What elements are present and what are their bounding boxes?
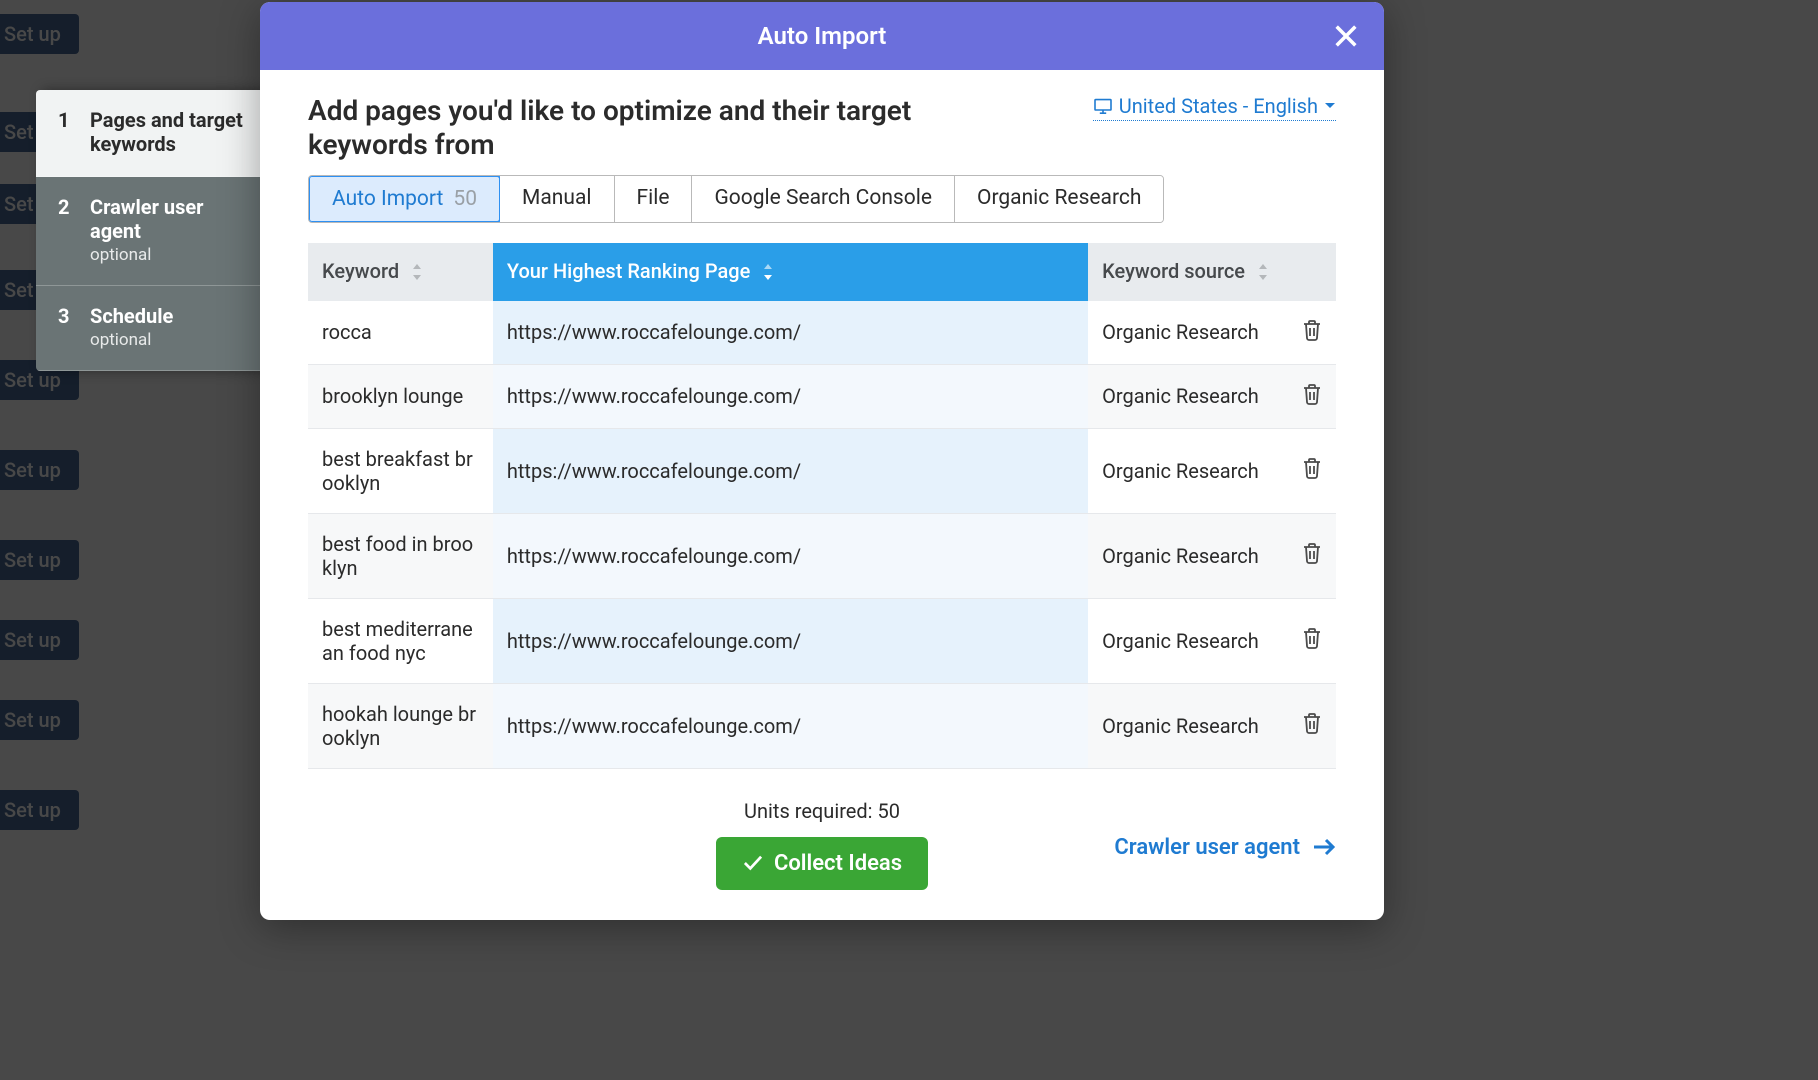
col-page[interactable]: Your Highest Ranking Page: [493, 243, 1088, 301]
tab-label: Auto Import: [332, 187, 443, 211]
table-row: best food in brooklynhttps://www.roccafe…: [308, 513, 1336, 598]
modal-title: Auto Import: [758, 22, 887, 50]
cell-source: Organic Research: [1088, 683, 1288, 768]
close-icon[interactable]: [1332, 22, 1360, 50]
col-source[interactable]: Keyword source: [1088, 243, 1288, 301]
cell-keyword: best food in brooklyn: [308, 513, 493, 598]
cell-page: https://www.roccafelounge.com/: [493, 598, 1088, 683]
step-title: Crawler user agent: [90, 195, 248, 243]
trash-icon[interactable]: [1302, 386, 1322, 410]
source-tabs: Auto Import 50 Manual File Google Search Con…: [308, 175, 1164, 223]
step-number: 1: [58, 108, 72, 132]
tab-label: Manual: [522, 186, 591, 210]
trash-icon[interactable]: [1302, 545, 1322, 569]
keywords-table: Keyword Your Highest Ranking Page Keywor…: [308, 243, 1336, 769]
tab-manual[interactable]: Manual: [500, 176, 614, 222]
tab-label: Google Search Console: [714, 186, 932, 210]
wizard-step-1[interactable]: 1 Pages and target keywords: [36, 90, 268, 177]
table-row: best mediterranean food nychttps://www.r…: [308, 598, 1336, 683]
cell-page: https://www.roccafelounge.com/: [493, 683, 1088, 768]
auto-import-modal: Auto Import Add pages you'd like to opti…: [260, 2, 1384, 920]
tab-google-search-console[interactable]: Google Search Console: [692, 176, 955, 222]
cell-source: Organic Research: [1088, 428, 1288, 513]
cell-keyword: best mediterranean food nyc: [308, 598, 493, 683]
cell-page: https://www.roccafelounge.com/: [493, 428, 1088, 513]
step-subtitle: optional: [90, 330, 173, 350]
tab-label: File: [637, 186, 670, 210]
table-row: roccahttps://www.roccafelounge.com/Organ…: [308, 301, 1336, 365]
sort-icon: [1256, 261, 1270, 285]
sort-icon: [761, 261, 775, 285]
trash-icon[interactable]: [1302, 460, 1322, 484]
tab-count: 50: [453, 187, 477, 211]
trash-icon[interactable]: [1302, 322, 1322, 346]
cell-page: https://www.roccafelounge.com/: [493, 301, 1088, 365]
cell-keyword: brooklyn lounge: [308, 364, 493, 428]
cell-source: Organic Research: [1088, 301, 1288, 365]
wizard-step-2[interactable]: 2 Crawler user agentoptional: [36, 177, 268, 286]
cell-delete: [1288, 428, 1336, 513]
col-keyword[interactable]: Keyword: [308, 243, 493, 301]
cell-delete: [1288, 513, 1336, 598]
sort-icon: [410, 261, 424, 285]
cell-keyword: rocca: [308, 301, 493, 365]
tab-label: Organic Research: [977, 186, 1141, 210]
modal-header: Auto Import: [260, 2, 1384, 70]
tab-auto-import[interactable]: Auto Import 50: [308, 175, 501, 223]
step-title: Pages and target keywords: [90, 108, 248, 156]
cell-delete: [1288, 683, 1336, 768]
cell-keyword: hookah lounge brooklyn: [308, 683, 493, 768]
table-row: best breakfast brooklynhttps://www.rocca…: [308, 428, 1336, 513]
step-number: 3: [58, 304, 72, 328]
cell-source: Organic Research: [1088, 364, 1288, 428]
wizard-steps: 1 Pages and target keywords 2 Crawler user …: [36, 90, 268, 371]
cell-delete: [1288, 364, 1336, 428]
step-number: 2: [58, 195, 72, 219]
crawler-user-agent-link[interactable]: Crawler user agent: [1114, 835, 1336, 860]
cell-source: Organic Research: [1088, 598, 1288, 683]
step-subtitle: optional: [90, 245, 248, 265]
table-row: hookah lounge brooklynhttps://www.roccaf…: [308, 683, 1336, 768]
cell-page: https://www.roccafelounge.com/: [493, 364, 1088, 428]
modal-heading: Add pages you'd like to optimize and the…: [308, 94, 1008, 161]
tab-organic-research[interactable]: Organic Research: [955, 176, 1163, 222]
locale-label: United States - English: [1119, 94, 1318, 118]
cell-delete: [1288, 301, 1336, 365]
table-row: brooklyn loungehttps://www.roccafelounge…: [308, 364, 1336, 428]
tab-file[interactable]: File: [615, 176, 693, 222]
cell-delete: [1288, 598, 1336, 683]
wizard-step-3[interactable]: 3 Scheduleoptional: [36, 286, 268, 371]
locale-selector[interactable]: United States - English: [1093, 94, 1336, 121]
step-title: Schedule: [90, 304, 173, 328]
cell-source: Organic Research: [1088, 513, 1288, 598]
trash-icon[interactable]: [1302, 630, 1322, 654]
units-required-label: Units required: 50: [308, 799, 1336, 823]
col-delete: [1288, 243, 1336, 301]
cell-page: https://www.roccafelounge.com/: [493, 513, 1088, 598]
collect-ideas-button[interactable]: Collect Ideas: [716, 837, 928, 890]
cell-keyword: best breakfast brooklyn: [308, 428, 493, 513]
trash-icon[interactable]: [1302, 715, 1322, 739]
